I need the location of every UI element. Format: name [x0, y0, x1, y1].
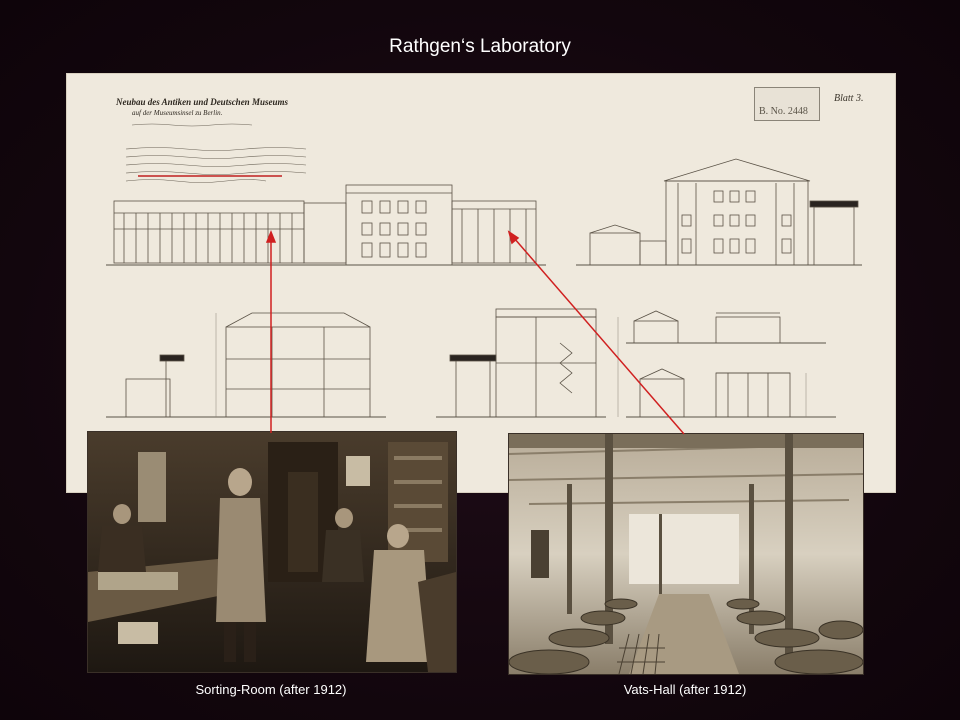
slide-title: Rathgen‘s Laboratory — [389, 36, 571, 57]
vats-hall-photo — [508, 433, 864, 675]
architectural-plan: Neubau des Antiken und Deutschen Museums… — [66, 73, 896, 493]
slide: Rathgen‘s Laboratory Neubau des Antiken … — [0, 0, 960, 720]
vats-hall-caption: Vats-Hall (after 1912) — [623, 682, 747, 697]
sorting-room-caption: Sorting-Room (after 1912) — [195, 682, 347, 697]
sorting-room-photo — [87, 431, 457, 673]
plan-drawing — [106, 123, 862, 418]
